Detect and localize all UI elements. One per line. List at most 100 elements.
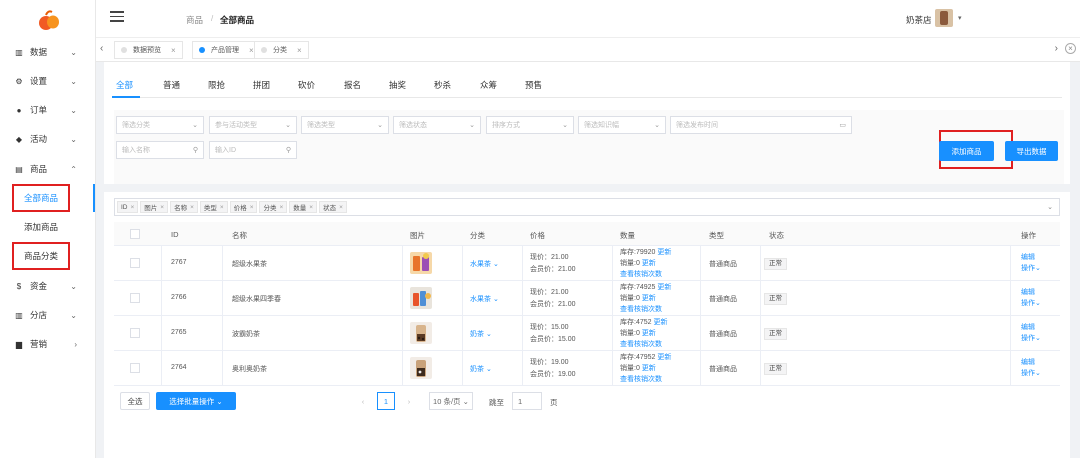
close-icon[interactable]: × (339, 204, 343, 211)
column-tag-type[interactable]: 类型 × (199, 201, 228, 213)
product-image[interactable] (410, 322, 432, 344)
tab-all[interactable]: 全部 (116, 79, 133, 91)
category-select[interactable]: 水果茶 ⌄ (470, 259, 499, 269)
avatar[interactable] (935, 9, 953, 27)
category-select[interactable]: 水果茶 ⌄ (470, 294, 499, 304)
header-status[interactable]: 状态 (769, 230, 784, 241)
filter-category-select[interactable]: 筛选分类 ⌄ (116, 116, 204, 134)
category-select[interactable]: 奶茶 ⌄ (470, 329, 492, 339)
product-image[interactable] (410, 357, 432, 379)
close-icon[interactable]: × (249, 46, 254, 55)
page-tab-data-preview[interactable]: 数据预览 × (114, 41, 183, 59)
prev-page-button[interactable]: ‹ (354, 392, 372, 410)
row-checkbox[interactable] (130, 363, 140, 373)
shop-name[interactable]: 奶茶店 (906, 14, 932, 26)
column-tag-quantity[interactable]: 数量 × (289, 201, 318, 213)
operation-dropdown[interactable]: 操作⌄ (1021, 263, 1041, 273)
caret-down-icon[interactable]: ▾ (958, 14, 962, 22)
filter-status-select[interactable]: 筛选状态 ⌄ (393, 116, 481, 134)
update-stock-link[interactable]: 更新 (657, 284, 671, 291)
edit-link[interactable]: 编辑 (1021, 322, 1035, 332)
close-icon[interactable]: × (171, 46, 176, 55)
close-icon[interactable]: × (250, 204, 254, 211)
sidebar-item-products[interactable]: ▤ 商品 ⌃ (0, 159, 95, 179)
filter-sort-select[interactable]: 排序方式 ⌄ (486, 116, 574, 134)
column-tag-status[interactable]: 状态 × (319, 201, 347, 213)
column-tag-id[interactable]: ID × (117, 201, 139, 213)
operation-dropdown[interactable]: 操作⌄ (1021, 368, 1041, 378)
close-icon[interactable]: × (220, 204, 224, 211)
page-tab-product-manage[interactable]: 产品管理 × (192, 41, 261, 59)
update-stock-link[interactable]: 更新 (653, 319, 667, 326)
close-icon[interactable]: × (309, 204, 313, 211)
chevron-left-icon[interactable]: ‹ (100, 43, 103, 54)
sidebar-item-funds[interactable]: $ 资金 ⌄ (0, 276, 95, 296)
name-search-input[interactable]: 输入名称 ⚲ (116, 141, 204, 159)
row-checkbox[interactable] (130, 293, 140, 303)
jump-page-input[interactable]: 1 (512, 392, 542, 410)
header-category[interactable]: 分类 (470, 230, 485, 241)
close-icon[interactable]: × (279, 204, 283, 211)
column-tag-image[interactable]: 图片 × (140, 201, 169, 213)
close-icon[interactable]: × (160, 204, 164, 211)
filter-activity-select[interactable]: 参与活动类型 ⌄ (209, 116, 297, 134)
header-price[interactable]: 价格 (530, 230, 545, 241)
update-stock-link[interactable]: 更新 (657, 249, 671, 256)
export-data-button[interactable]: 导出数据 (1005, 141, 1058, 161)
close-all-tabs-icon[interactable]: × (1065, 43, 1076, 54)
page-size-select[interactable]: 10 条/页 ⌄ (429, 392, 473, 410)
tab-normal[interactable]: 普通 (163, 79, 180, 91)
view-redemption-link[interactable]: 查看核销次数 (620, 339, 662, 349)
header-quantity[interactable]: 数量 (620, 230, 635, 241)
sidebar-item-marketing[interactable]: ▆ 营销 › (0, 334, 95, 354)
tab-signup[interactable]: 报名 (344, 79, 361, 91)
tab-seckill[interactable]: 秒杀 (434, 79, 451, 91)
filter-knowledge-select[interactable]: 筛选知识幅 ⌄ (578, 116, 666, 134)
update-sales-link[interactable]: 更新 (642, 295, 656, 302)
menu-toggle-icon[interactable] (110, 11, 124, 23)
update-sales-link[interactable]: 更新 (642, 330, 656, 337)
close-icon[interactable]: × (297, 46, 302, 55)
column-tag-category[interactable]: 分类 × (259, 201, 288, 213)
breadcrumb-parent[interactable]: 商品 (186, 14, 203, 26)
update-sales-link[interactable]: 更新 (642, 260, 656, 267)
header-type[interactable]: 类型 (709, 230, 724, 241)
operation-dropdown[interactable]: 操作⌄ (1021, 298, 1041, 308)
row-checkbox[interactable] (130, 258, 140, 268)
add-product-button[interactable]: 添加商品 (939, 141, 994, 161)
sidebar-item-activities[interactable]: ◆ 活动 ⌄ (0, 129, 95, 149)
tab-group[interactable]: 拼团 (253, 79, 270, 91)
sidebar-subitem-all-products[interactable]: 全部商品 (12, 184, 70, 212)
category-select[interactable]: 奶茶 ⌄ (470, 364, 492, 374)
tab-flash[interactable]: 限抢 (208, 79, 225, 91)
edit-link[interactable]: 编辑 (1021, 287, 1035, 297)
tab-bargain[interactable]: 砍价 (298, 79, 315, 91)
page-number-1[interactable]: 1 (377, 392, 395, 410)
filter-publish-date[interactable]: 筛选发布时间 ▭ (670, 116, 852, 134)
column-tag-price[interactable]: 价格 × (229, 201, 258, 213)
view-redemption-link[interactable]: 查看核销次数 (620, 269, 662, 279)
view-redemption-link[interactable]: 查看核销次数 (620, 374, 662, 384)
sidebar-item-settings[interactable]: ⚙ 设置 ⌄ (0, 71, 95, 91)
id-search-input[interactable]: 输入ID ⚲ (209, 141, 297, 159)
row-checkbox[interactable] (130, 328, 140, 338)
product-image[interactable] (410, 252, 432, 274)
column-selector[interactable]: ID × 图片 × 名称 × 类型 × 价格 × 分类 × 数量 × 状态 × ⌄ (114, 198, 1060, 216)
sidebar-subitem-categories[interactable]: 商品分类 (12, 242, 70, 270)
sidebar-subitem-add-product[interactable]: 添加商品 (12, 213, 70, 241)
tab-presale[interactable]: 预售 (525, 79, 542, 91)
next-page-button[interactable]: › (400, 392, 418, 410)
select-all-checkbox[interactable] (130, 229, 140, 239)
column-tag-name[interactable]: 名称 × (170, 201, 198, 213)
tab-crowdfund[interactable]: 众筹 (480, 79, 497, 91)
batch-action-dropdown[interactable]: 选择批量操作 ⌄ (156, 392, 236, 410)
page-tab-category[interactable]: 分类 × (254, 41, 309, 59)
close-icon[interactable]: × (131, 204, 135, 211)
sidebar-item-branches[interactable]: ▥ 分店 ⌄ (0, 305, 95, 325)
product-image[interactable] (410, 287, 432, 309)
header-id[interactable]: ID (171, 230, 179, 239)
tab-lottery[interactable]: 抽奖 (389, 79, 406, 91)
update-stock-link[interactable]: 更新 (657, 354, 671, 361)
operation-dropdown[interactable]: 操作⌄ (1021, 333, 1041, 343)
update-sales-link[interactable]: 更新 (642, 365, 656, 372)
